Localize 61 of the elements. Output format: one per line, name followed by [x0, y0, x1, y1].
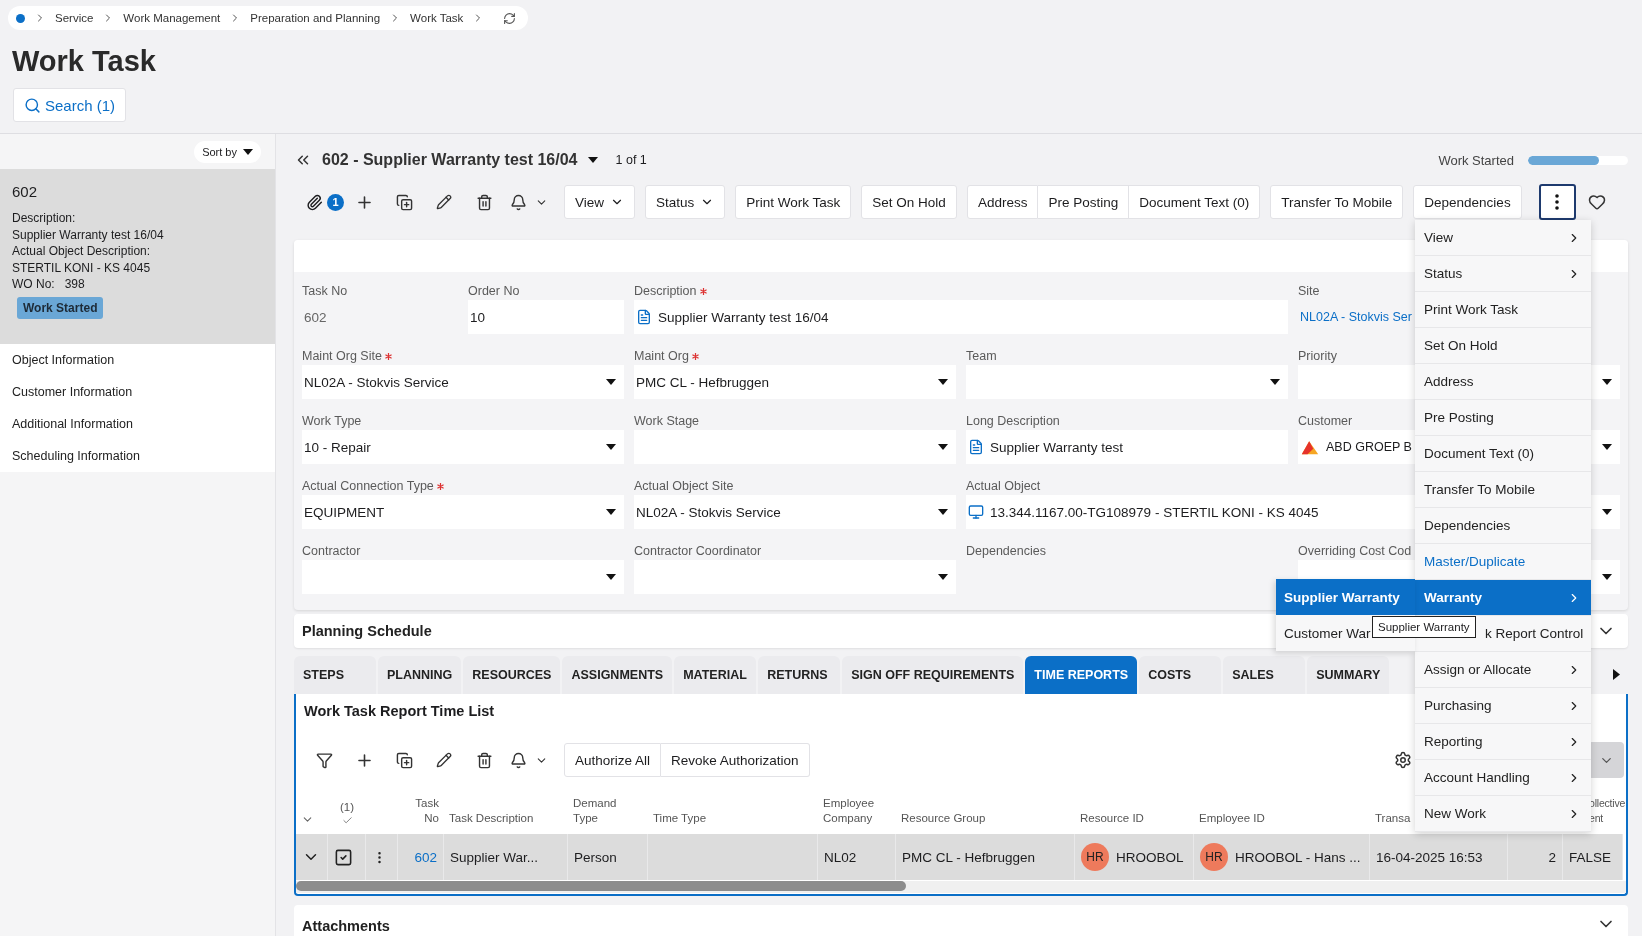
table-cell: 16-04-2025 16:53	[1370, 834, 1508, 880]
page-title: Work Task	[12, 44, 157, 78]
field-value: 13.344.1167.00-TG108979 - STERTIL KONI - KS 4045	[990, 504, 1319, 520]
panel-title: Work Task Report Time List	[304, 702, 495, 720]
status-label: Work Started	[1438, 152, 1514, 168]
record-title: 602 - Supplier Warranty test 16/04	[322, 151, 578, 169]
field-label: Actual Object Site	[634, 478, 734, 495]
status-badge: Work Started	[17, 296, 104, 319]
count-badge: 1	[327, 193, 344, 211]
card-text: Supplier Warranty test 16/04	[12, 226, 165, 243]
field-label: Customer	[1298, 413, 1353, 430]
field-value: Supplier Warranty test	[990, 439, 1124, 455]
selection-count: (1)	[339, 800, 355, 815]
field-label: Contractor Coordinator	[634, 543, 762, 560]
field-label: Team	[966, 348, 997, 365]
field-label: Priority	[1298, 348, 1337, 365]
button-label: View	[575, 194, 605, 210]
field-label: Dependencies	[966, 543, 1046, 560]
field-label: Actual Connection Type	[302, 477, 444, 495]
field-label: Overriding Cost Cod	[1298, 543, 1412, 560]
field-value: EQUIPMENT	[304, 504, 385, 520]
section-title: Planning Schedule	[302, 623, 432, 639]
record-counter: 1 of 1	[615, 153, 647, 167]
person-name: HROOBOL	[1116, 849, 1184, 865]
table-cell: Person	[568, 834, 648, 880]
field-label: Order No	[468, 283, 520, 300]
field-label: Contractor	[302, 543, 361, 560]
table-cell: NL02	[818, 834, 896, 880]
button-label: Search (1)	[45, 96, 116, 114]
table-cell: PMC CL - Hefbruggen	[896, 834, 1075, 880]
field-label: Task No	[302, 283, 348, 300]
tooltip: Supplier Warranty	[1372, 616, 1476, 638]
button-label: Status	[656, 194, 695, 210]
card-text: Actual Object Description:	[12, 243, 152, 260]
field-label: Actual Object	[966, 478, 1041, 495]
card-text: Description:	[12, 210, 77, 227]
table-cell: 2	[1508, 834, 1563, 880]
field-label: Work Type	[302, 413, 362, 430]
field-value: 602	[304, 309, 327, 325]
avatar: HR	[1081, 843, 1109, 871]
field-value: 10	[470, 309, 486, 325]
card-text: WO No: 398	[12, 276, 86, 293]
section-title: Attachments	[302, 918, 390, 934]
field-label: Description	[634, 282, 707, 300]
field-value: 10 - Repair	[304, 439, 371, 455]
field-label: Long Description	[966, 413, 1060, 430]
field-value: Supplier Warranty test 16/04	[658, 309, 829, 325]
table-cell: Supplier War...	[444, 834, 568, 880]
field-label: Site	[1298, 283, 1320, 300]
field-label: Maint Org	[634, 347, 699, 365]
card-text: STERTIL KONI - KS 4045	[12, 259, 152, 276]
field-value: NL02A - Stokvis Service	[636, 504, 781, 520]
field-value: NL02A - Stokvis Service	[304, 374, 449, 390]
avatar: HR	[1200, 843, 1228, 871]
field-label: Work Stage	[634, 413, 700, 430]
table-cell: FALSE	[1563, 834, 1623, 880]
field-value: PMC CL - Hefbruggen	[636, 374, 770, 390]
record-number: 602	[12, 183, 39, 200]
field-value: ABD GROEP B	[1326, 440, 1412, 454]
person-name: HROOBOL - Hans ...	[1235, 849, 1361, 865]
field-label: Maint Org Site	[302, 347, 392, 365]
